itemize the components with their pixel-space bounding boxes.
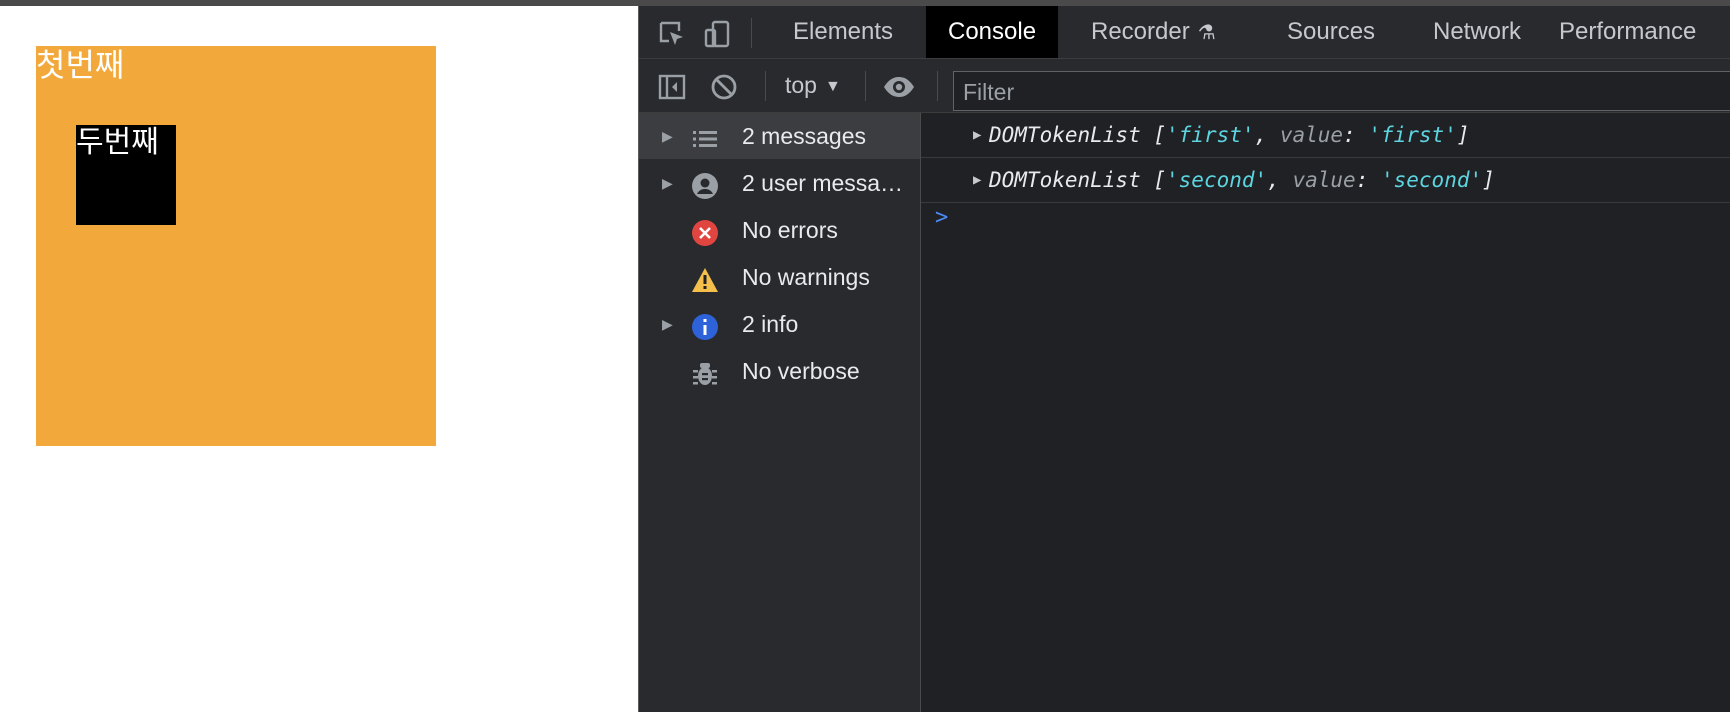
- tab-console[interactable]: Console: [926, 6, 1059, 58]
- bug-icon: [691, 357, 719, 385]
- console-prompt[interactable]: >: [935, 205, 948, 230]
- sidebar-item-info[interactable]: ▶ 2 info: [639, 301, 920, 347]
- sidebar-item-label: 2 info: [742, 311, 799, 337]
- clear-console-icon[interactable]: [709, 72, 739, 102]
- warning-icon: [691, 263, 719, 292]
- message-item: 'first': [1166, 123, 1255, 147]
- context-selector[interactable]: top ▼: [785, 59, 841, 112]
- context-selector-label: top: [785, 72, 817, 98]
- tab-recorder[interactable]: Recorder ⚗: [1069, 6, 1238, 58]
- sidebar-item-messages[interactable]: ▶ 2 messages: [639, 113, 920, 159]
- first-box-label: 첫번째: [36, 46, 125, 84]
- devtools-panel: Elements Console Recorder ⚗ Sources Netwo…: [638, 6, 1730, 712]
- sidebar-item-label: No warnings: [742, 264, 870, 290]
- sidebar-item-label: No verbose: [742, 358, 860, 384]
- console-output: ▶ DOMTokenList ['first', value: 'first']…: [921, 113, 1730, 712]
- tab-network[interactable]: Network: [1411, 6, 1543, 58]
- message-item: 'second': [1166, 168, 1268, 192]
- message-type: DOMTokenList: [989, 168, 1141, 192]
- second-box-label: 두번째: [76, 125, 159, 160]
- sidebar-item-warnings[interactable]: No warnings: [639, 254, 920, 300]
- filter-input[interactable]: Filter: [953, 71, 1730, 111]
- expand-triangle-icon: ▶: [662, 128, 673, 144]
- expand-triangle-icon[interactable]: ▶: [973, 158, 981, 202]
- expand-triangle-icon: ▶: [662, 316, 673, 332]
- list-icon: [691, 122, 719, 150]
- message-key: value: [1279, 123, 1344, 147]
- dropdown-arrow-icon: ▼: [824, 78, 841, 95]
- tab-sources[interactable]: Sources: [1265, 6, 1397, 58]
- sidebar-item-user-messages[interactable]: ▶ 2 user messa…: [639, 160, 920, 206]
- expand-triangle-icon[interactable]: ▶: [973, 113, 981, 157]
- tabbar-separator: [751, 18, 752, 48]
- toolbar-separator: [937, 71, 938, 101]
- tab-elements[interactable]: Elements: [771, 6, 915, 58]
- page-viewport: 첫번째 두번째: [0, 6, 638, 712]
- first-box: 첫번째 두번째: [36, 46, 436, 446]
- sidebar-toggle-icon[interactable]: [657, 72, 687, 102]
- tab-recorder-label: Recorder: [1091, 18, 1190, 45]
- message-value: 'first': [1368, 123, 1457, 147]
- info-icon: [691, 310, 719, 340]
- message-value: 'second': [1380, 168, 1483, 192]
- console-message-text: DOMTokenList ['second', value: 'second']: [989, 168, 1495, 192]
- message-key: value: [1292, 168, 1356, 192]
- device-toolbar-icon[interactable]: [703, 19, 733, 49]
- console-message-text: DOMTokenList ['first', value: 'first']: [989, 123, 1470, 147]
- tab-performance[interactable]: Performance: [1537, 6, 1718, 58]
- inspect-element-icon[interactable]: [657, 19, 687, 49]
- flask-icon: ⚗: [1197, 22, 1216, 44]
- sidebar-item-label: No errors: [742, 217, 838, 243]
- console-message[interactable]: ▶ DOMTokenList ['second', value: 'second…: [921, 158, 1730, 203]
- sidebar-item-label: 2 user messa…: [742, 170, 904, 196]
- message-type: DOMTokenList: [989, 123, 1141, 147]
- sidebar-item-label: 2 messages: [742, 123, 867, 149]
- console-sidebar: ▶ 2 messages ▶ 2 user messa… No errors N…: [639, 113, 921, 712]
- console-toolbar: top ▼ Filter: [639, 59, 1730, 113]
- toolbar-separator: [865, 71, 866, 101]
- expand-triangle-icon: ▶: [662, 175, 673, 191]
- second-box: 두번째: [76, 125, 176, 225]
- devtools-tabbar: Elements Console Recorder ⚗ Sources Netwo…: [639, 6, 1730, 59]
- error-icon: [691, 216, 719, 246]
- user-icon: [691, 169, 719, 199]
- sidebar-item-errors[interactable]: No errors: [639, 207, 920, 253]
- toolbar-separator: [765, 71, 766, 101]
- live-expression-eye-icon[interactable]: [882, 72, 916, 102]
- console-message[interactable]: ▶ DOMTokenList ['first', value: 'first']: [921, 113, 1730, 158]
- sidebar-item-verbose[interactable]: No verbose: [639, 348, 920, 394]
